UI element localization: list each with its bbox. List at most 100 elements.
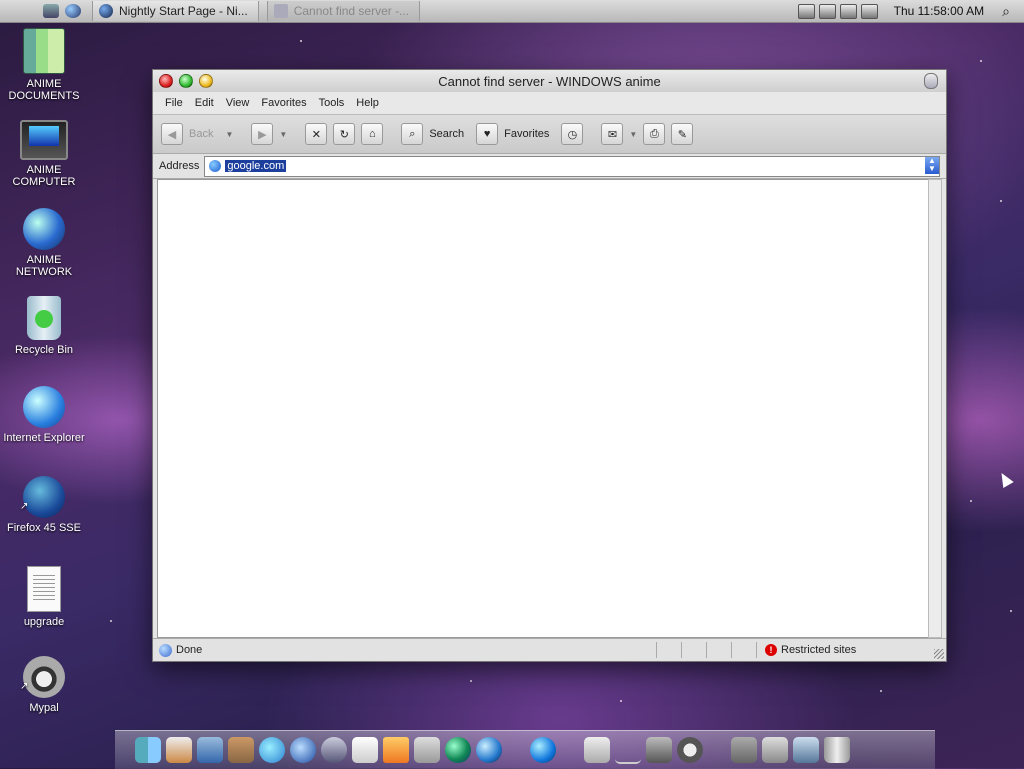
- mail-dock-icon[interactable]: [197, 737, 223, 763]
- home-dock-icon[interactable]: [166, 737, 192, 763]
- back-arrow-icon: ◀: [167, 128, 177, 141]
- window-titlebar[interactable]: Cannot find server - WINDOWS anime: [153, 70, 946, 92]
- close-window-button[interactable]: [159, 74, 173, 88]
- back-button[interactable]: ◀: [161, 123, 183, 145]
- desktop-icon-label: ANIME DOCUMENTS: [8, 78, 80, 102]
- network-globe-dock-icon[interactable]: [445, 737, 471, 763]
- taskbar-button-nightly[interactable]: Nightly Start Page - Ni...: [92, 1, 259, 21]
- system-tray: Thu 11:58:00 AM ⌕: [797, 0, 1024, 22]
- forward-button[interactable]: ▶: [251, 123, 274, 145]
- clipboard-dock-icon[interactable]: [584, 737, 610, 763]
- vertical-scrollbar[interactable]: [928, 179, 942, 638]
- trash-dock-icon[interactable]: [824, 737, 850, 763]
- print-icon: ⎙: [649, 127, 659, 140]
- zoom-window-button[interactable]: [179, 74, 193, 88]
- menu-bar: File Edit View Favorites Tools Help: [153, 92, 946, 114]
- page-content-area[interactable]: [157, 179, 929, 638]
- mail-button[interactable]: ✉: [601, 123, 624, 145]
- back-dropdown-icon[interactable]: ▼: [225, 130, 233, 139]
- clock[interactable]: Thu 11:58:00 AM: [894, 4, 985, 18]
- messenger-dock-icon[interactable]: [259, 737, 285, 763]
- desktop-icon-label: Recycle Bin: [14, 344, 74, 356]
- network-icon: [23, 208, 65, 250]
- tray-network-icon[interactable]: [797, 3, 815, 19]
- menu-edit[interactable]: Edit: [195, 97, 214, 109]
- address-input[interactable]: google.com ▲ ▼: [204, 155, 940, 177]
- forward-dropdown-icon[interactable]: ▼: [279, 130, 287, 139]
- history-icon: ◷: [567, 128, 578, 141]
- favorites-label[interactable]: Favorites: [504, 128, 549, 140]
- refresh-button[interactable]: ↻: [333, 123, 356, 145]
- menu-file[interactable]: File: [165, 97, 183, 109]
- desktop-icon-internet-explorer[interactable]: Internet Explorer: [0, 386, 88, 444]
- edit-pencil-icon: ✎: [677, 128, 687, 141]
- taskbar-button-cannot-find-server[interactable]: Cannot find server -...: [266, 1, 421, 21]
- address-dropdown-icon[interactable]: ▲ ▼: [925, 156, 939, 174]
- home-button[interactable]: ⌂: [361, 123, 384, 145]
- desktop-icon-anime-documents[interactable]: ANIME DOCUMENTS: [0, 28, 88, 102]
- toolbar-toggle-button[interactable]: [924, 73, 938, 89]
- menu-tools[interactable]: Tools: [319, 97, 345, 109]
- menu-view[interactable]: View: [226, 97, 250, 109]
- tray-security-icon[interactable]: [839, 3, 857, 19]
- dock: [115, 730, 935, 769]
- desktop-icon-upgrade[interactable]: upgrade: [0, 566, 88, 628]
- edit-button[interactable]: ✎: [671, 123, 694, 145]
- status-page-icon: [159, 643, 172, 657]
- mail-dropdown-icon[interactable]: ▼: [629, 130, 637, 139]
- history-button[interactable]: ◷: [561, 123, 584, 145]
- resize-grip-icon[interactable]: [934, 649, 944, 659]
- browser-window: Cannot find server - WINDOWS anime File …: [152, 69, 947, 662]
- finder-dock-icon[interactable]: [135, 737, 161, 763]
- notepad-dock-icon[interactable]: [352, 737, 378, 763]
- stop-button[interactable]: ✕: [305, 123, 328, 145]
- network-tool-dock-icon[interactable]: [321, 737, 347, 763]
- address-bar: Address google.com ▲ ▼: [153, 154, 946, 179]
- desktop-icon-label: Internet Explorer: [3, 432, 85, 444]
- print-button[interactable]: ⎙: [643, 123, 666, 145]
- search-label[interactable]: Search: [429, 128, 464, 140]
- desktop-icon-anime-network[interactable]: ANIME NETWORK: [0, 208, 88, 278]
- status-panel: [731, 642, 756, 658]
- menu-help[interactable]: Help: [356, 97, 379, 109]
- desktop-icon-anime-computer[interactable]: ANIME COMPUTER: [0, 120, 88, 188]
- calculator-dock-icon[interactable]: [414, 737, 440, 763]
- browser-quicklaunch-icon[interactable]: [65, 4, 81, 18]
- favorites-button[interactable]: ♥: [476, 123, 499, 145]
- address-book-dock-icon[interactable]: [228, 737, 254, 763]
- firefox-icon: [23, 476, 65, 518]
- search-button[interactable]: ⌕: [401, 123, 424, 145]
- show-desktop-icon[interactable]: [43, 4, 59, 18]
- page-globe-icon: [209, 160, 222, 172]
- internet-explorer-dock-icon[interactable]: [530, 737, 556, 763]
- hanger-dock-icon[interactable]: [615, 736, 641, 764]
- status-panel: [656, 642, 681, 658]
- pictures-dock-icon[interactable]: [762, 737, 788, 763]
- power-dock-icon[interactable]: [677, 737, 703, 763]
- search-icon[interactable]: ⌕: [1002, 3, 1010, 20]
- media-player-dock-icon[interactable]: [290, 737, 316, 763]
- security-zone-label: Restricted sites: [781, 644, 857, 656]
- home-icon: ⌂: [368, 128, 376, 140]
- minimize-window-button[interactable]: [199, 74, 213, 88]
- desktop-icon-firefox[interactable]: Firefox 45 SSE ↗: [0, 476, 88, 534]
- folder-icon: [23, 28, 65, 74]
- desktop-icon-recycle-bin[interactable]: Recycle Bin: [0, 296, 88, 356]
- downloads-dock-icon[interactable]: [793, 737, 819, 763]
- system-preferences-dock-icon[interactable]: [646, 737, 672, 763]
- computer-icon: [20, 120, 68, 160]
- toolbar: ◀ Back ▼ ▶ ▼ ✕ ↻ ⌂ ⌕ Search ♥ Favorites …: [153, 114, 946, 154]
- menu-favorites[interactable]: Favorites: [261, 97, 306, 109]
- status-panel: [681, 642, 706, 658]
- address-value[interactable]: google.com: [225, 160, 287, 172]
- desktop-icon-label: ANIME NETWORK: [15, 254, 73, 278]
- app-store-dock-icon[interactable]: [383, 737, 409, 763]
- tray-display-icon[interactable]: [818, 3, 836, 19]
- desktop-icon-mypal[interactable]: Mypal ↗: [0, 656, 88, 714]
- tray-volume-icon[interactable]: [860, 3, 878, 19]
- stack-dock-icon[interactable]: [731, 737, 757, 763]
- back-label[interactable]: Back: [189, 128, 213, 140]
- recycle-bin-icon: [27, 296, 61, 340]
- security-zone[interactable]: ! Restricted sites: [756, 642, 905, 658]
- browser-dock-icon[interactable]: [476, 737, 502, 763]
